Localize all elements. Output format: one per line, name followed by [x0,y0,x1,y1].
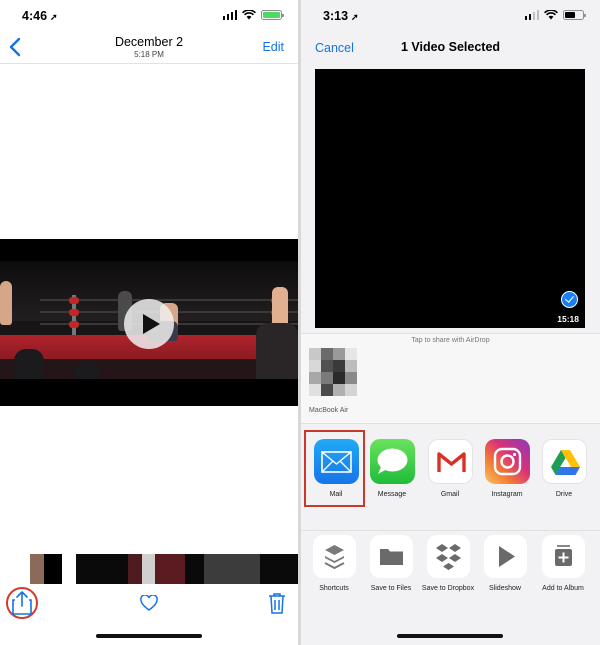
video-duration: 15:18 [557,314,579,324]
bottom-toolbar [0,584,298,624]
status-bar: 4:46 ➚ [0,0,298,30]
shortcuts-icon [312,535,356,578]
share-app-mail[interactable]: Mail [304,430,368,507]
folder-icon [369,535,413,578]
status-icons [222,10,284,20]
gmail-icon [427,439,473,484]
action-save-to-files[interactable]: Save to Files [359,535,423,593]
share-app-label: Message [377,491,407,498]
action-label: Slideshow [489,585,521,592]
status-icons [524,10,586,20]
action-label: Save to Files [370,585,412,592]
airdrop-section: Tap to share with AirDrop MacBook Air [301,333,600,424]
share-icon[interactable] [11,590,33,616]
cellular-signal-icon [222,10,237,20]
share-app-instagram[interactable]: Instagram [475,430,539,499]
share-app-gmail[interactable]: Gmail [418,430,482,499]
messages-icon [369,439,415,484]
location-arrow-icon: ➚ [50,12,58,22]
share-app-label: Gmail [440,491,460,498]
dropbox-icon [426,535,470,578]
photos-viewer-screen: 4:46 ➚ December 2 5:18 PM Edit [0,0,298,645]
battery-icon [261,10,284,20]
share-actions-row: Shortcuts Save to Files Save to Dropbox … [301,530,600,610]
selection-title: 1 Video Selected [400,40,501,54]
cellular-signal-icon [524,10,539,20]
scrubber-playhead[interactable] [142,554,155,584]
battery-icon [563,10,586,20]
action-label: Add to Album [542,585,584,592]
status-time: 3:13 ➚ [323,9,359,23]
action-add-to-album[interactable]: Add to Album [531,535,595,593]
action-label: Save to Dropbox [421,585,475,592]
nav-subtitle: 5:18 PM [134,50,164,59]
home-indicator[interactable] [397,634,503,638]
action-save-to-dropbox[interactable]: Save to Dropbox [416,535,480,593]
edit-button[interactable]: Edit [262,40,284,54]
location-arrow-icon: ➚ [351,12,359,22]
airdrop-device-name: MacBook Air [309,407,349,414]
wifi-icon [544,10,558,20]
airdrop-hint: Tap to share with AirDrop [411,337,490,344]
action-slideshow[interactable]: Slideshow [473,535,537,593]
share-header: Cancel 1 Video Selected [301,30,600,64]
home-indicator[interactable] [96,634,202,638]
video-preview[interactable]: 15:18 [315,69,585,328]
action-label: Shortcuts [319,585,349,592]
nav-title: December 2 [114,35,184,49]
share-apps-row: Mail Message Gmail Instagram Drive [301,430,600,515]
share-app-label: Instagram [491,491,523,498]
wifi-icon [242,10,256,20]
status-bar: 3:13 ➚ [301,0,600,30]
share-sheet-screen: 3:13 ➚ Cancel 1 Video Selected 15:18 Tap … [301,0,600,645]
video-player[interactable] [0,239,298,406]
mail-icon [313,439,359,484]
play-icon [483,535,527,578]
heart-icon[interactable] [140,595,158,611]
play-button[interactable] [124,299,174,349]
selected-check-icon[interactable] [561,291,578,308]
status-time: 4:46 ➚ [22,9,58,23]
instagram-icon [484,439,530,484]
share-app-drive[interactable]: Drive [532,430,596,499]
share-app-message[interactable]: Message [360,430,424,499]
share-app-label: Drive [555,491,573,498]
nav-bar: December 2 5:18 PM Edit [0,30,298,64]
airdrop-device-avatar[interactable] [309,348,357,396]
video-scrubber[interactable] [0,554,298,584]
add-album-icon [541,535,585,578]
action-shortcuts[interactable]: Shortcuts [302,535,366,593]
google-drive-icon [541,439,587,484]
trash-icon[interactable] [268,592,286,614]
